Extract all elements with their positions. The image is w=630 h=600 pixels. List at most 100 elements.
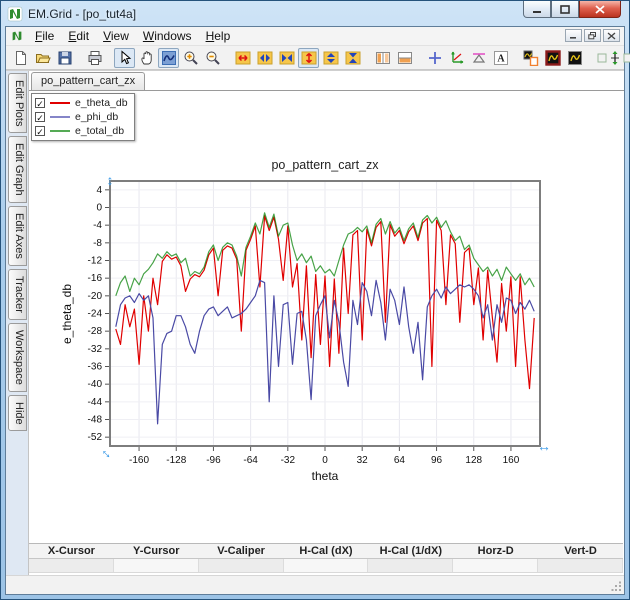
- text-a-icon: A: [493, 50, 509, 66]
- axes-button[interactable]: [446, 48, 467, 68]
- side-tab-strip: Edit Plots Edit Graph Edit Axes Tracker …: [6, 71, 28, 575]
- new-button[interactable]: [10, 48, 31, 68]
- mdi-minimize-button[interactable]: [565, 29, 582, 42]
- legend-checkbox-e-total[interactable]: ✓: [35, 126, 45, 136]
- print-button[interactable]: [84, 48, 105, 68]
- plot-window-button[interactable]: [564, 48, 585, 68]
- col-h-cal-1dx: H-Cal (1/dX): [368, 544, 453, 558]
- svg-text:-16: -16: [88, 273, 103, 284]
- legend-checkbox-e-phi[interactable]: ✓: [35, 112, 45, 122]
- expand-x-button[interactable]: [232, 48, 253, 68]
- select-cursor-button[interactable]: [114, 48, 135, 68]
- zoom-out-button[interactable]: [202, 48, 223, 68]
- split-horizontal-button[interactable]: [394, 48, 415, 68]
- open-button[interactable]: [32, 48, 53, 68]
- shrink-y-button[interactable]: [342, 48, 363, 68]
- menu-help[interactable]: Help: [199, 28, 238, 44]
- svg-text:-12: -12: [88, 256, 103, 267]
- cell-x-cursor: [29, 559, 114, 572]
- document-tab[interactable]: po_pattern_cart_zx: [31, 72, 145, 90]
- legend-checkbox-e-theta[interactable]: ✓: [35, 98, 45, 108]
- svg-text:4: 4: [96, 185, 102, 196]
- legend-label-e-theta: e_theta_db: [75, 97, 128, 109]
- cursor-table-row: [29, 559, 623, 573]
- svg-text:-36: -36: [88, 362, 103, 373]
- expand-x-red-icon: [235, 50, 251, 66]
- menu-windows[interactable]: Windows: [136, 28, 199, 44]
- close-button[interactable]: [579, 1, 621, 18]
- minimize-button[interactable]: [523, 1, 551, 18]
- status-bar: [6, 575, 624, 594]
- side-tab-workspace[interactable]: Workspace: [8, 323, 27, 392]
- svg-text:64: 64: [394, 455, 406, 466]
- client-area: Edit Plots Edit Graph Edit Axes Tracker …: [6, 70, 624, 575]
- overlay-plot-button[interactable]: [520, 48, 541, 68]
- maximize-button[interactable]: [551, 1, 579, 18]
- mdi-restore-button[interactable]: [584, 29, 601, 42]
- cursor-arrow-icon: [117, 50, 133, 66]
- shrink-y-blue-icon: [345, 50, 361, 66]
- zoom-in-button[interactable]: [180, 48, 201, 68]
- legend-swatch-e-total: [50, 130, 70, 132]
- side-tab-edit-axes[interactable]: Edit Axes: [8, 206, 27, 266]
- zoom-in-icon: [183, 50, 199, 66]
- chart-container: po_pattern_cart_zx -160-128-96-64-320326…: [57, 154, 577, 504]
- expand-y-red-icon: [301, 50, 317, 66]
- close-icon: [595, 5, 605, 14]
- plot-document: po_pattern_cart_zx ✓ e_theta_db ✓ e_phi_…: [28, 71, 624, 575]
- side-tab-tracker[interactable]: Tracker: [8, 269, 27, 320]
- svg-text:160: 160: [503, 455, 520, 466]
- legend-swatch-e-theta: [50, 102, 70, 104]
- svg-text:-32: -32: [88, 344, 103, 355]
- grow-y-blue-icon: [323, 50, 339, 66]
- document-tab-bar: po_pattern_cart_zx: [29, 71, 624, 91]
- svg-text:-96: -96: [206, 455, 221, 466]
- fit-data-button[interactable]: [158, 48, 179, 68]
- caliper-button[interactable]: [468, 48, 489, 68]
- menu-edit[interactable]: Edit: [61, 28, 96, 44]
- open-folder-icon: [35, 50, 51, 66]
- mdi-close-icon: [607, 32, 616, 40]
- menu-view[interactable]: View: [96, 28, 136, 44]
- cell-h-cal-dx: [284, 559, 369, 572]
- svg-text:32: 32: [357, 455, 369, 466]
- axis-corner-handle[interactable]: ↕: [97, 445, 113, 461]
- cell-v-caliper: [199, 559, 284, 572]
- chart-canvas[interactable]: po_pattern_cart_zx -160-128-96-64-320326…: [57, 154, 577, 499]
- x-axis-right-handle[interactable]: ↔: [537, 438, 551, 454]
- menu-file[interactable]: File: [28, 28, 61, 44]
- grow-x-button[interactable]: [254, 48, 275, 68]
- pan-button[interactable]: [136, 48, 157, 68]
- crosshair-button[interactable]: [424, 48, 445, 68]
- svg-text:-128: -128: [166, 455, 186, 466]
- shrink-x-button[interactable]: [276, 48, 297, 68]
- split-vertical-button[interactable]: [372, 48, 393, 68]
- resize-grip[interactable]: [611, 581, 623, 593]
- title-bar[interactable]: EM.Grid - [po_tut4a]: [1, 1, 629, 26]
- col-vert-d: Vert-D: [538, 544, 623, 558]
- save-button[interactable]: [54, 48, 75, 68]
- svg-text:128: 128: [465, 455, 482, 466]
- text-annotation-button[interactable]: A: [490, 48, 511, 68]
- mdi-minimize-icon: [569, 32, 578, 40]
- col-y-cursor: Y-Cursor: [114, 544, 199, 558]
- side-tab-hide[interactable]: Hide: [8, 395, 27, 432]
- plot-window-active-button[interactable]: [542, 48, 563, 68]
- minimize-icon: [532, 5, 542, 14]
- side-tab-edit-plots[interactable]: Edit Plots: [8, 73, 27, 133]
- grow-y-button[interactable]: [320, 48, 341, 68]
- new-document-icon: [13, 50, 29, 66]
- window-title: EM.Grid - [po_tut4a]: [28, 7, 136, 21]
- svg-text:A: A: [497, 53, 505, 64]
- menu-bar: File Edit View Windows Help: [6, 27, 624, 46]
- svg-text:-52: -52: [88, 432, 103, 443]
- expand-y-button[interactable]: [298, 48, 319, 68]
- cell-h-cal-1dx: [368, 559, 453, 572]
- app-logo-icon: [7, 6, 23, 22]
- cursor-table-header: X-Cursor Y-Cursor V-Caliper H-Cal (dX) H…: [29, 543, 623, 559]
- autoscale-y-button[interactable]: [594, 48, 630, 68]
- mdi-close-button[interactable]: [603, 29, 620, 42]
- chart-title: po_pattern_cart_zx: [271, 158, 379, 172]
- y-axis-top-handle[interactable]: ↕: [107, 172, 114, 188]
- side-tab-edit-graph[interactable]: Edit Graph: [8, 136, 27, 203]
